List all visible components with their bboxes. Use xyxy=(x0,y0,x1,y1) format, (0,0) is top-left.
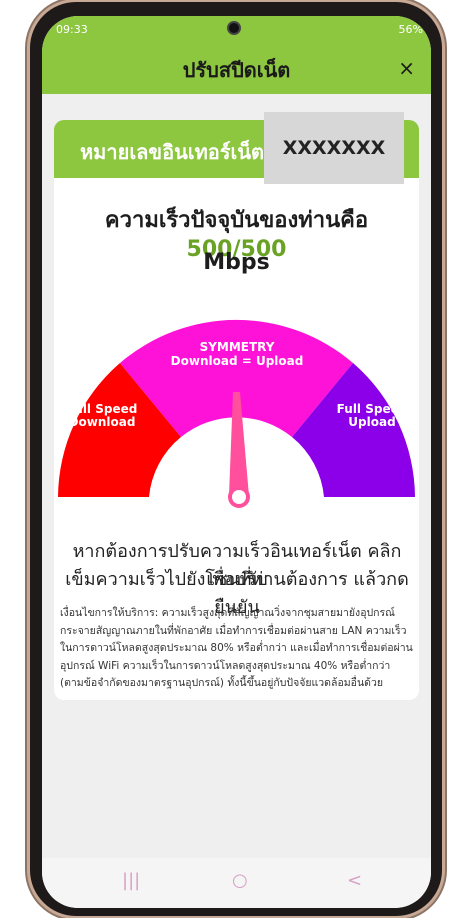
internet-number-label: หมายเลขอินเทอร์เน็ต xyxy=(80,140,265,164)
back-button[interactable]: < xyxy=(347,870,362,891)
home-button[interactable]: ○ xyxy=(232,870,248,891)
content-card: หมายเลขอินเทอร์เน็ต XXXXXXX ความเร็วปัจจ… xyxy=(54,112,419,700)
status-bar: 09:33 56% xyxy=(42,16,431,44)
battery-level: 56% xyxy=(398,23,423,36)
gauge-right-label-2: Upload xyxy=(348,415,395,429)
speed-unit: Mbps xyxy=(203,250,270,275)
service-conditions: เงื่อนไขการให้บริการ: ความเร็วสูงสุดที่ส… xyxy=(60,607,413,689)
gauge-center-label-1: SYMMETRY xyxy=(200,340,275,354)
gauge-needle-hub-center xyxy=(232,490,246,504)
current-speed-prefix: ความเร็วปัจจุบันของท่านคือ xyxy=(104,208,369,233)
app-bar: ปรับสปีดเน็ต × xyxy=(42,44,431,94)
internet-number-value: XXXXXXX xyxy=(264,112,404,184)
gauge-left-label-2: Download xyxy=(69,415,136,429)
close-button[interactable]: × xyxy=(398,56,415,80)
gauge-left-label-1: Full Speed xyxy=(67,402,138,416)
internet-number-banner: หมายเลขอินเทอร์เน็ต XXXXXXX xyxy=(54,112,419,184)
system-nav-bar: ||| ○ < xyxy=(42,858,431,908)
camera-icon xyxy=(227,21,241,35)
gauge-right-label-1: Full Speed xyxy=(337,402,408,416)
phone-screen: 09:33 56% ปรับสปีดเน็ต × หมายเลขอินเทอร์… xyxy=(42,16,431,908)
speed-gauge[interactable]: Full Speed Download SYMMETRY Download = … xyxy=(54,296,419,516)
page-title: ปรับสปีดเน็ต xyxy=(182,58,291,82)
gauge-center-label-2: Download = Upload xyxy=(171,354,304,368)
status-time: 09:33 xyxy=(56,23,88,36)
recent-apps-button[interactable]: ||| xyxy=(122,870,140,891)
